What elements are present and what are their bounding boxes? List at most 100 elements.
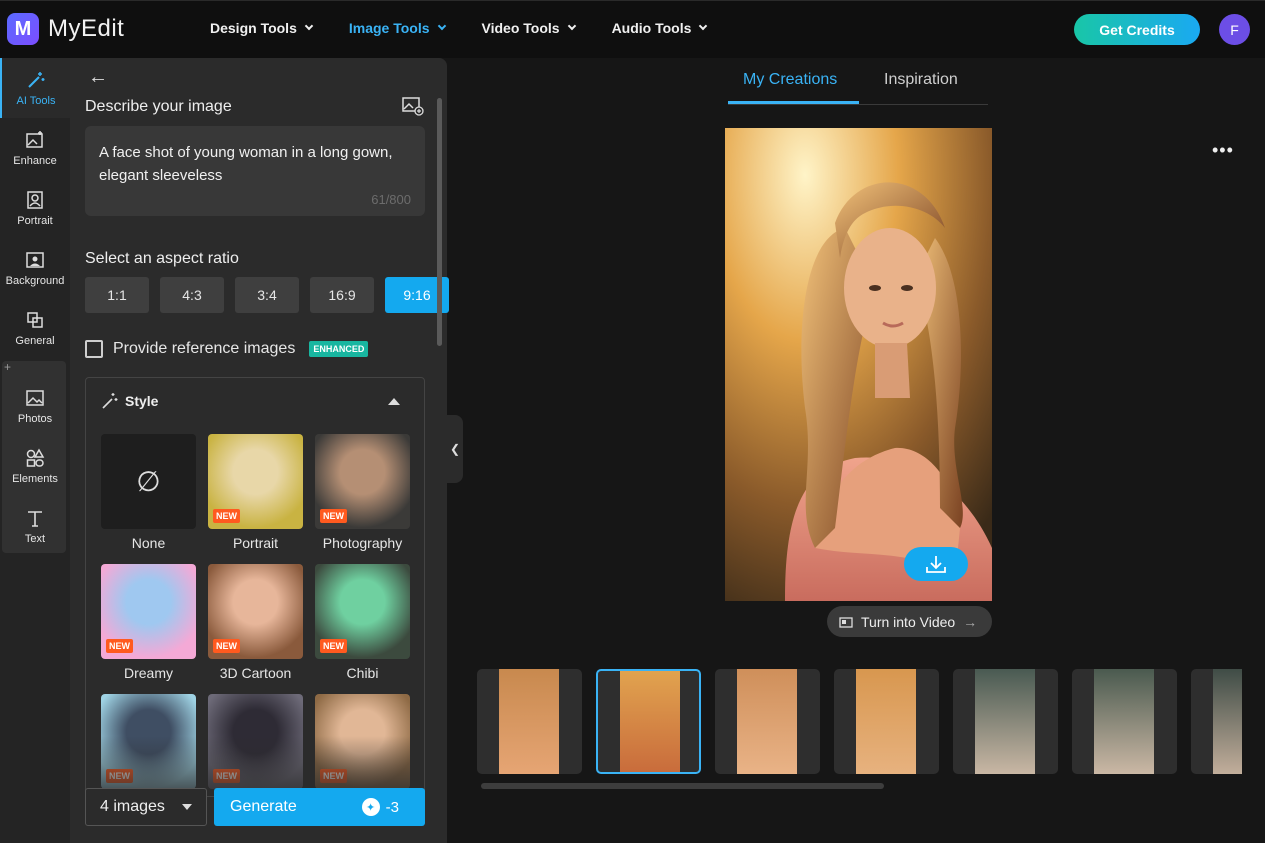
text-icon [24,507,46,529]
reference-checkbox[interactable] [85,340,103,358]
video-icon [839,616,853,628]
new-badge: NEW [213,639,240,653]
style-option[interactable]: NEWDreamy [101,564,196,681]
reference-row: Provide reference images ENHANCED [85,340,368,358]
rail-portrait[interactable]: Portrait [0,178,70,238]
new-badge: NEW [320,639,347,653]
result-thumbnail[interactable] [596,669,701,774]
style-label: None [101,535,196,551]
tab-inspiration[interactable]: Inspiration [884,71,958,89]
thumbnail-image [856,669,916,774]
thumbnail-image [1094,669,1154,774]
new-badge: NEW [213,509,240,523]
download-button[interactable] [904,547,968,581]
strip-scrollbar[interactable] [481,783,884,789]
result-thumbnail[interactable] [477,669,582,774]
rail-text[interactable]: Text [0,496,70,556]
rail-general[interactable]: General [0,298,70,358]
new-badge: NEW [320,509,347,523]
prompt-text[interactable]: A face shot of young woman in a long gow… [99,141,411,187]
plus-icon[interactable]: + [4,360,11,374]
result-thumbnail[interactable] [1191,669,1242,774]
background-icon [24,249,46,271]
rail-label: Portrait [17,215,52,227]
main-nav: Design Tools Image Tools Video Tools Aud… [210,20,706,36]
logo-mark-icon: M [7,13,39,45]
style-label: 3D Cartoon [208,665,303,681]
nav-audio-tools[interactable]: Audio Tools [612,20,707,36]
rail-photos[interactable]: Photos [0,376,70,436]
style-thumbnail: NEW [315,564,410,659]
image-count-value: 4 images [100,798,165,816]
ratio-4-3[interactable]: 4:3 [160,277,224,313]
ratio-16-9[interactable]: 16:9 [310,277,374,313]
rail-enhance[interactable]: Enhance [0,118,70,178]
top-bar: M MyEdit Design Tools Image Tools Video … [0,0,1265,58]
magic-wand-icon [25,69,47,91]
panel-scrollbar[interactable] [437,98,442,346]
prompt-textarea[interactable]: A face shot of young woman in a long gow… [85,126,425,216]
nav-label: Image Tools [349,20,430,36]
general-icon [24,309,46,331]
rail-label: General [15,335,54,347]
chevron-down-icon [699,22,707,30]
rail-elements[interactable]: Elements [0,436,70,496]
shapes-icon [24,447,46,469]
generator-panel: ← Describe your image A face shot of you… [70,58,447,843]
style-label: Style [125,393,158,409]
result-thumbnail[interactable] [834,669,939,774]
turn-into-video-button[interactable]: Turn into Video → [827,606,992,637]
result-thumbnail[interactable] [715,669,820,774]
rail-label: Enhance [13,155,56,167]
rail-background[interactable]: Background [0,238,70,298]
portrait-icon [24,189,46,211]
nav-video-tools[interactable]: Video Tools [482,20,575,36]
aspect-label: Select an aspect ratio [85,250,239,268]
collapse-panel-button[interactable]: ❮ [447,415,463,483]
avatar[interactable]: F [1219,14,1250,45]
tool-rail: AI Tools Enhance Portrait Background Gen… [0,58,70,843]
ratio-3-4[interactable]: 3:4 [235,277,299,313]
nav-design-tools[interactable]: Design Tools [210,20,312,36]
ratio-1-1[interactable]: 1:1 [85,277,149,313]
video-label: Turn into Video [861,614,955,630]
back-arrow-icon[interactable]: ← [88,66,108,89]
generate-label: Generate [230,798,297,816]
caret-up-icon[interactable] [388,398,400,405]
style-option[interactable]: NEWPortrait [208,434,303,551]
image-upload-icon[interactable] [402,96,424,116]
enhance-icon [24,129,46,151]
rail-label: AI Tools [17,95,56,107]
new-badge: NEW [106,639,133,653]
nav-label: Design Tools [210,20,297,36]
scroll-fade [86,736,425,796]
nav-label: Video Tools [482,20,560,36]
logo[interactable]: M MyEdit [7,13,124,45]
style-thumbnail: NEW [101,564,196,659]
image-count-select[interactable]: 4 images [85,788,207,826]
generate-button[interactable]: Generate ✦ -3 [214,788,425,826]
tab-my-creations[interactable]: My Creations [743,71,837,89]
rail-label: Elements [12,473,58,485]
thumbnail-image [975,669,1035,774]
style-option[interactable]: NEWChibi [315,564,410,681]
chevron-down-icon [567,22,575,30]
style-option[interactable]: NEW 3D Cartoon [208,564,303,681]
rail-ai-tools[interactable]: AI Tools [0,58,70,118]
more-options-icon[interactable]: ••• [1212,140,1234,161]
result-thumbnail[interactable] [1072,669,1177,774]
portrait-image [725,128,992,601]
get-credits-button[interactable]: Get Credits [1074,14,1200,45]
generated-image [725,128,992,601]
style-option[interactable]: NEWPhotography [315,434,410,551]
style-option[interactable]: ∅None [101,434,196,551]
arrow-right-icon: → [963,614,977,630]
cost-value: -3 [386,799,399,816]
thumbnail-image [1213,669,1242,774]
char-count: 61/800 [371,192,411,207]
nav-image-tools[interactable]: Image Tools [349,20,445,36]
style-header[interactable]: Style [101,392,158,410]
credit-icon: ✦ [362,798,380,816]
app-name: MyEdit [48,15,124,43]
result-thumbnail[interactable] [953,669,1058,774]
